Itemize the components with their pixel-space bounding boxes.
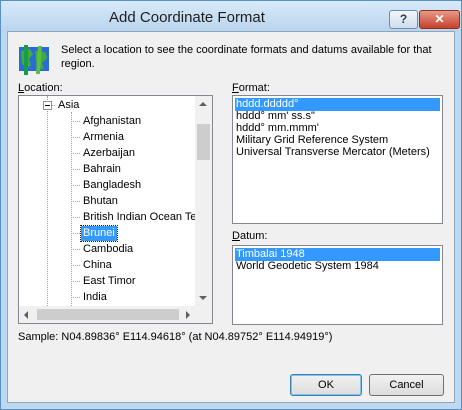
tree-node-country[interactable]: Azerbaijan xyxy=(81,146,137,161)
location-tree[interactable]: Asia Afghanistan Armenia Azerbaijan Bahrain… xyxy=(18,95,213,324)
hscroll-thumb[interactable] xyxy=(37,309,179,320)
tree-node-country[interactable]: Armenia xyxy=(81,130,126,145)
help-button[interactable]: ? xyxy=(389,10,418,29)
datum-list[interactable]: Timbalai 1948 World Geodetic System 1984 xyxy=(232,245,443,325)
title-bar[interactable]: Add Coordinate Format ? ✕ xyxy=(1,1,461,31)
globe-icon xyxy=(19,45,49,75)
scroll-down-icon[interactable] xyxy=(199,296,207,300)
window-title: Add Coordinate Format xyxy=(109,9,265,26)
location-label: Location: xyxy=(18,82,63,94)
tree-node-country[interactable]: East Timor xyxy=(81,274,138,289)
datum-option[interactable]: World Geodetic System 1984 xyxy=(235,260,380,273)
format-option[interactable]: Universal Transverse Mercator (Meters) xyxy=(235,146,431,159)
tree-node-country[interactable]: Afghanistan xyxy=(81,114,143,129)
scroll-right-icon[interactable] xyxy=(186,311,190,319)
tree-node-country[interactable]: British Indian Ocean Ter xyxy=(81,210,202,225)
location-vscrollbar[interactable] xyxy=(195,96,212,306)
sample-text: Sample: N04.89836° E114.94618° (at N04.8… xyxy=(18,331,333,343)
scroll-left-icon[interactable] xyxy=(24,311,28,319)
datum-label: Datum: xyxy=(232,230,268,242)
location-hscrollbar[interactable] xyxy=(19,306,195,323)
tree-node-country[interactable]: Bangladesh xyxy=(81,178,143,193)
collapse-toggle[interactable] xyxy=(43,101,52,110)
format-list[interactable]: hddd.ddddd° hddd° mm' ss.s" hddd° mm.mmm' M… xyxy=(232,95,443,224)
close-button[interactable]: ✕ xyxy=(419,10,460,29)
tree-node-country[interactable]: India xyxy=(81,290,109,305)
scroll-up-icon[interactable] xyxy=(199,102,207,106)
format-label: Format: xyxy=(232,82,270,94)
ok-button[interactable]: OK xyxy=(290,374,362,396)
tree-node-country[interactable]: Bahrain xyxy=(81,162,123,177)
vscroll-thumb[interactable] xyxy=(197,124,210,160)
tree-node-country[interactable]: Cambodia xyxy=(81,242,135,257)
cancel-button[interactable]: Cancel xyxy=(369,374,444,396)
intro-text: Select a location to see the coordinate … xyxy=(61,44,432,70)
tree-node-country[interactable]: Bhutan xyxy=(81,194,120,209)
tree-node-country[interactable]: China xyxy=(81,258,114,273)
tree-node-country[interactable]: Brunei xyxy=(80,225,118,242)
scroll-corner xyxy=(195,306,212,323)
tree-node-asia[interactable]: Asia xyxy=(56,98,81,113)
